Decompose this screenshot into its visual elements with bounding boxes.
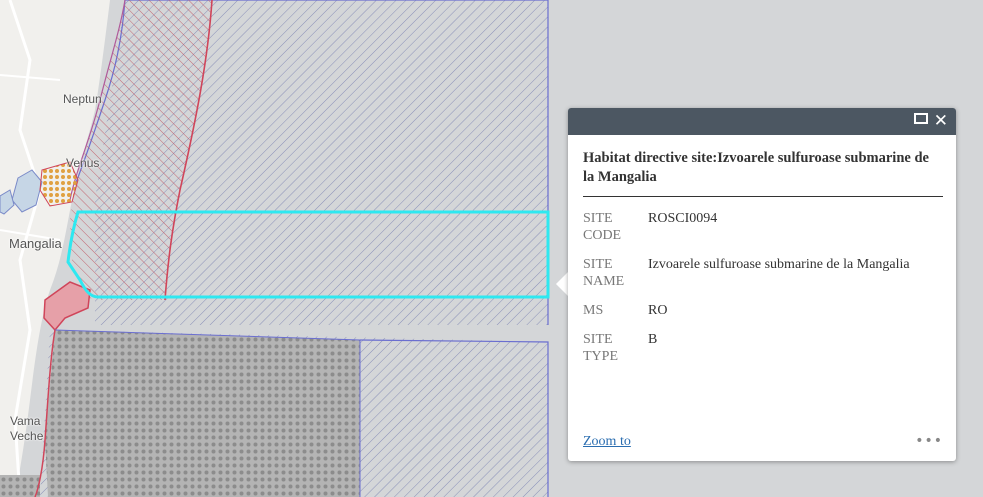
info-popup: ✕ Habitat directive site:Izvoarele sulfu… bbox=[568, 108, 956, 461]
attribute-row: SITE NAME Izvoarele sulfuroase submarine… bbox=[583, 249, 943, 295]
more-options-icon[interactable]: ••• bbox=[915, 433, 943, 449]
attribute-key: SITE CODE bbox=[583, 211, 622, 243]
popup-title: Habitat directive site:Izvoarele sulfuro… bbox=[583, 149, 943, 197]
attribute-row: SITE CODE ROSCI0094 bbox=[583, 203, 943, 249]
attribute-row: MS RO bbox=[583, 295, 943, 324]
attribute-key: MS bbox=[583, 303, 604, 318]
popup-pointer bbox=[556, 272, 568, 296]
attribute-value: ROSCI0094 bbox=[648, 211, 718, 226]
place-label-venus: Venus bbox=[66, 156, 100, 170]
attribute-value: Izvoarele sulfuroase submarine de la Man… bbox=[648, 257, 910, 272]
maximize-icon[interactable] bbox=[914, 113, 928, 124]
place-label-veche: Veche bbox=[10, 429, 44, 443]
popup-header: ✕ bbox=[568, 108, 956, 135]
attribute-value: B bbox=[648, 332, 658, 347]
place-label-neptun: Neptun bbox=[63, 92, 102, 106]
place-label-vama: Vama bbox=[10, 414, 41, 428]
zoom-to-link[interactable]: Zoom to bbox=[583, 434, 631, 450]
close-icon[interactable]: ✕ bbox=[934, 110, 948, 132]
place-label-mangalia: Mangalia bbox=[9, 236, 62, 251]
attribute-key: SITE NAME bbox=[583, 257, 625, 289]
attribute-table: SITE CODE ROSCI0094 SITE NAME Izvoarele … bbox=[583, 203, 943, 370]
attribute-key: SITE TYPE bbox=[583, 332, 618, 364]
dotted-site[interactable] bbox=[45, 330, 360, 497]
attribute-value: RO bbox=[648, 303, 668, 318]
dotted-site bbox=[0, 475, 40, 497]
attribute-row: SITE TYPE B bbox=[583, 324, 943, 370]
